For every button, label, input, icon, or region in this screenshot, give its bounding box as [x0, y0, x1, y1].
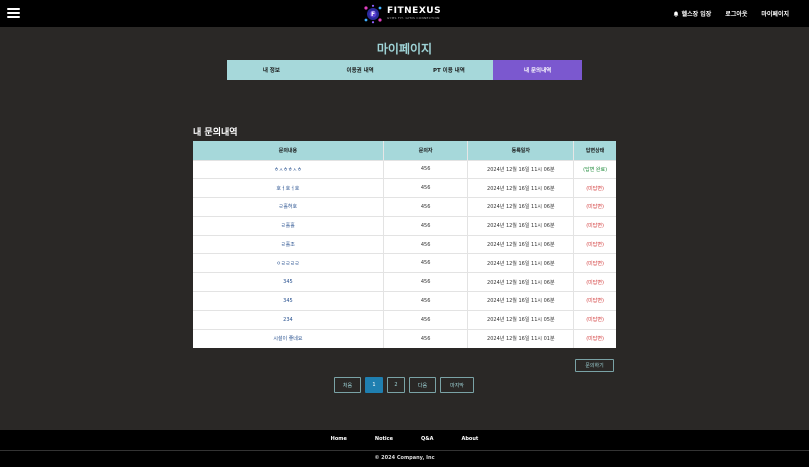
mypage-link[interactable]: 마이페이지	[761, 9, 789, 18]
footer-link-home[interactable]: Home	[331, 436, 347, 442]
logo-name: FITNEXUS	[387, 6, 442, 16]
inquiry-date: 2024년 12월 16일 11시 01분	[467, 328, 575, 348]
mypage-tabs: 내 정보 이용권 내역 PT 이용 내역 내 문의내역	[227, 60, 582, 80]
inquiry-author: 456	[383, 309, 469, 330]
inquiry-date: 2024년 12월 16일 11시 06분	[467, 272, 575, 292]
gym-entry-label: 헬스장 입장	[681, 11, 712, 18]
inquiry-title[interactable]: 345	[193, 291, 384, 311]
inquiry-status: (미답변)	[573, 272, 616, 292]
column-header-author: 문의자	[383, 141, 469, 160]
table-row[interactable]: 345 456 2024년 12월 16일 11시 06분 (미답변)	[193, 291, 616, 311]
inquiry-author: 456	[383, 234, 469, 254]
page-2-button[interactable]: 2	[387, 377, 405, 393]
inquiry-title[interactable]: 시설이 좋네요	[193, 328, 384, 348]
column-header-content: 문의내용	[193, 141, 384, 160]
inquiry-date: 2024년 12월 16일 11시 06분	[467, 234, 575, 254]
inquiry-status: (미답변)	[573, 291, 616, 311]
inquiry-date: 2024년 12월 16일 11시 06분	[467, 291, 575, 311]
inquiry-author: 456	[383, 253, 469, 273]
logo[interactable]: F FITNEXUS GYMS FIT. GYMS CONNECTION	[363, 3, 441, 24]
inquiry-status: (미답변)	[573, 234, 616, 254]
inquiry-author: 456	[383, 197, 469, 217]
table-row[interactable]: ㄹ홀조 456 2024년 12월 16일 11시 06분 (미답변)	[193, 234, 616, 254]
tab-my-info[interactable]: 내 정보	[227, 60, 316, 80]
footer-link-about[interactable]: About	[461, 436, 478, 442]
page-next-button[interactable]: 다음	[409, 377, 436, 393]
inquiry-date: 2024년 12월 16일 11시 05분	[467, 309, 575, 330]
header-nav: 헬스장 입장 로그아웃 마이페이지	[673, 0, 789, 27]
table-row[interactable]: 호ㅓ호ㅓ호 456 2024년 12월 16일 11시 06분 (미답변)	[193, 178, 616, 198]
inquiry-title[interactable]: ㄹ홀조	[193, 234, 384, 254]
inquiry-title[interactable]: ㄹ홀허호	[193, 197, 384, 217]
footer-links: Home Notice Q&A About	[0, 436, 809, 442]
logout-label: 로그아웃	[725, 11, 748, 18]
page-1-button[interactable]: 1	[365, 377, 383, 393]
top-header: F FITNEXUS GYMS FIT. GYMS CONNECTION 헬스장…	[0, 0, 809, 27]
inquire-button[interactable]: 문의하기	[575, 359, 614, 372]
inquiry-title[interactable]: ㅎㅅㅎㅎㅅㅎ	[193, 159, 384, 179]
inquiry-date: 2024년 12월 16일 11시 06분	[467, 197, 575, 217]
page-last-button[interactable]: 마지막	[440, 377, 474, 393]
table-row[interactable]: ㅇㄹㄹㄹㄹ 456 2024년 12월 16일 11시 06분 (미답변)	[193, 253, 616, 273]
inquiry-author: 456	[383, 178, 469, 198]
table-row[interactable]: ㅎㅅㅎㅎㅅㅎ 456 2024년 12월 16일 11시 06분 (답변 완료)	[193, 159, 616, 179]
inquiry-title[interactable]: ㄹ홀홀	[193, 215, 384, 236]
footer-divider	[0, 450, 809, 451]
logout-link[interactable]: 로그아웃	[725, 9, 747, 18]
page-first-button[interactable]: 처음	[334, 377, 361, 393]
inquiry-date: 2024년 12월 16일 11시 06분	[467, 253, 575, 273]
footer-link-notice[interactable]: Notice	[375, 436, 393, 442]
column-header-status: 답변상태	[573, 141, 616, 160]
table-row[interactable]: ㄹ홀홀 456 2024년 12월 16일 11시 06분 (미답변)	[193, 215, 616, 236]
inquiry-author: 456	[383, 159, 469, 179]
logo-mark-icon: F	[364, 4, 382, 23]
inquiry-author: 456	[383, 272, 469, 292]
tab-my-inquiries[interactable]: 내 문의내역	[493, 60, 582, 80]
svg-text:F: F	[371, 11, 375, 18]
page-title: 마이페이지	[376, 42, 433, 56]
inquiry-date: 2024년 12월 16일 11시 06분	[467, 215, 575, 236]
footer-link-qna[interactable]: Q&A	[421, 436, 433, 442]
table-row[interactable]: 시설이 좋네요 456 2024년 12월 16일 11시 01분 (미답변)	[193, 328, 616, 348]
tab-membership-history[interactable]: 이용권 내역	[315, 60, 405, 80]
inquiry-author: 456	[383, 215, 469, 236]
column-header-date: 등록일자	[467, 141, 575, 160]
inquiry-status: (미답변)	[573, 309, 616, 330]
table-row[interactable]: 345 456 2024년 12월 16일 11시 06분 (미답변)	[193, 272, 616, 292]
bell-icon	[673, 10, 678, 17]
inquiry-title[interactable]: 345	[193, 272, 384, 292]
gym-entry-link[interactable]: 헬스장 입장	[673, 9, 712, 18]
pagination: 처음 1 2 다음 마지막	[334, 377, 474, 393]
inquiry-title[interactable]: ㅇㄹㄹㄹㄹ	[193, 253, 384, 273]
section-title: 내 문의내역	[193, 128, 238, 138]
copyright: © 2024 Company, Inc	[374, 455, 435, 461]
inquiry-status: (미답변)	[573, 328, 616, 348]
inquiry-status: (미답변)	[573, 197, 616, 217]
table-row[interactable]: 234 456 2024년 12월 16일 11시 05분 (미답변)	[193, 309, 616, 330]
inquiry-author: 456	[383, 291, 469, 311]
hamburger-menu-icon[interactable]	[7, 8, 20, 18]
inquiry-status: (미답변)	[573, 253, 616, 273]
inquiry-status: (답변 완료)	[573, 159, 616, 179]
inquiry-status: (미답변)	[573, 178, 616, 198]
inquiry-status: (미답변)	[573, 215, 616, 236]
tab-pt-history[interactable]: PT 이용 내역	[404, 60, 494, 80]
mypage-label: 마이페이지	[761, 11, 789, 18]
logo-tagline: GYMS FIT. GYMS CONNECTION	[387, 16, 440, 20]
inquiry-author: 456	[383, 328, 469, 348]
table-row[interactable]: ㄹ홀허호 456 2024년 12월 16일 11시 06분 (미답변)	[193, 197, 616, 217]
inquiry-date: 2024년 12월 16일 11시 06분	[467, 159, 575, 179]
inquiry-date: 2024년 12월 16일 11시 06분	[467, 178, 575, 198]
table-header-row: 문의내용 문의자 등록일자 답변상태	[193, 141, 616, 160]
inquiry-table: 문의내용 문의자 등록일자 답변상태 ㅎㅅㅎㅎㅅㅎ 456 2024년 12월 16…	[193, 141, 616, 348]
footer: Home Notice Q&A About © 2024 Company, In…	[0, 430, 809, 467]
inquiry-title[interactable]: 234	[193, 309, 384, 330]
inquiry-title[interactable]: 호ㅓ호ㅓ호	[193, 178, 384, 198]
